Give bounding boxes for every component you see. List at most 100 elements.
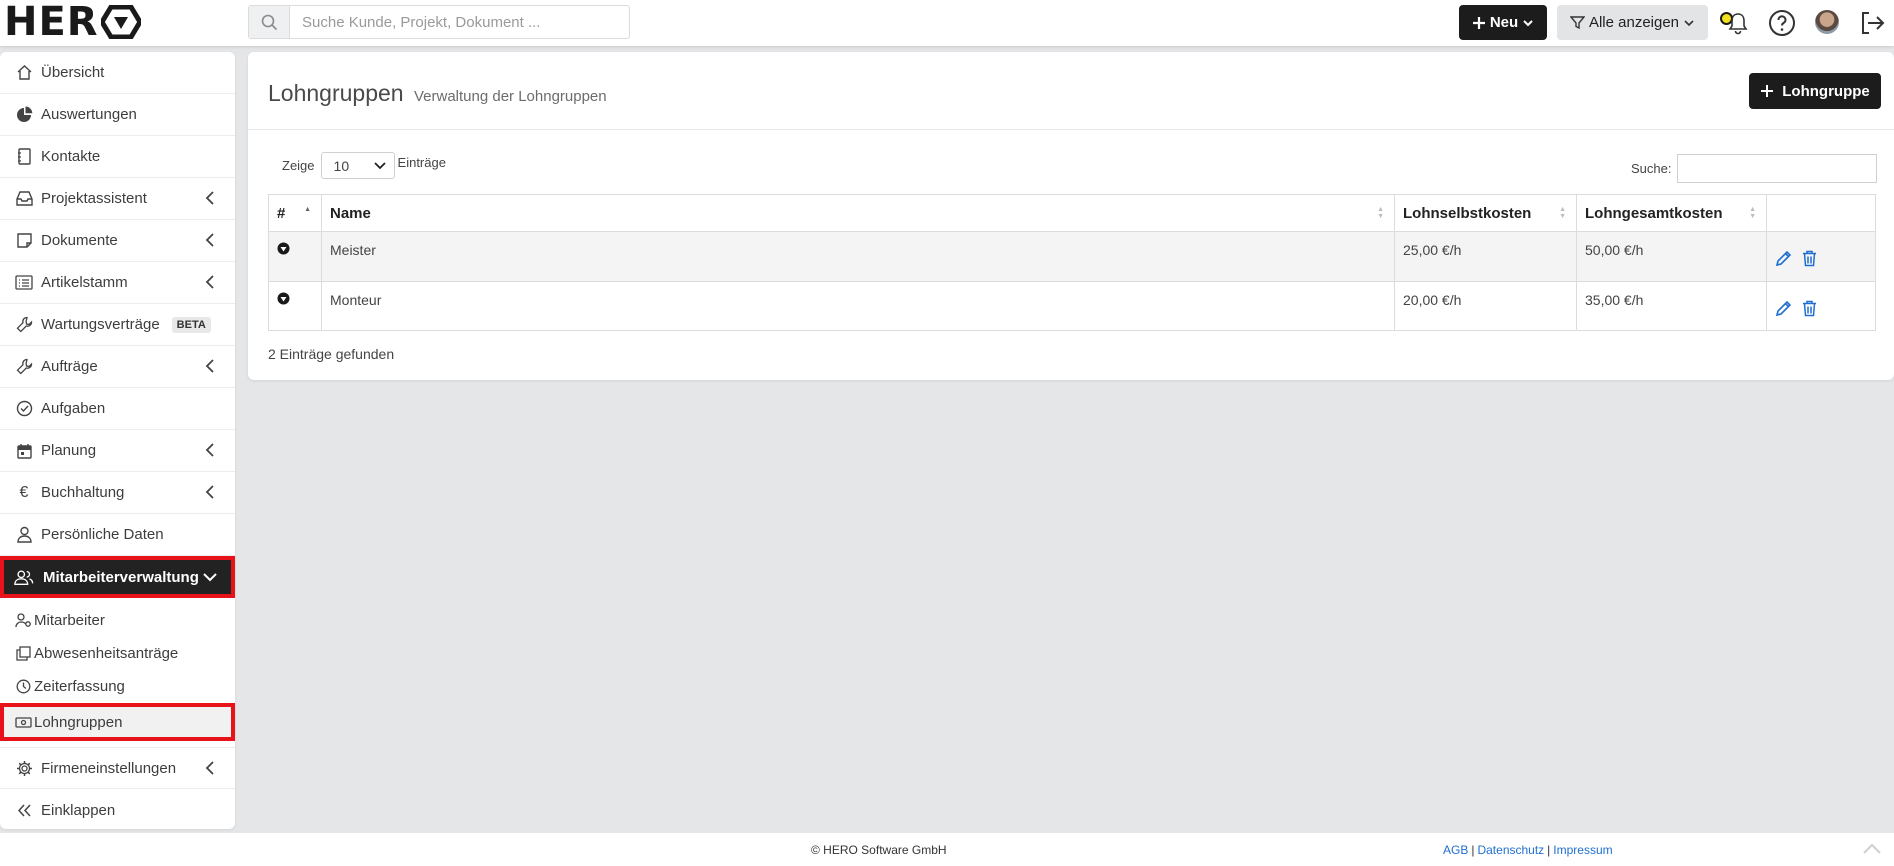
- sidebar-item-tasks[interactable]: Aufgaben: [0, 388, 235, 430]
- sidebar-item-planning[interactable]: Planung: [0, 430, 235, 472]
- sidebar-item-overview[interactable]: Übersicht: [0, 52, 235, 94]
- sidebar-item-label: Übersicht: [41, 64, 105, 81]
- sort-icon: ▲ ▼: [1749, 206, 1756, 220]
- sidebar-subitem-wage-groups[interactable]: Lohngruppen: [0, 703, 235, 741]
- footer-link-separator: |: [1471, 843, 1475, 857]
- new-button[interactable]: Neu: [1459, 5, 1547, 40]
- row-total-cost: 50,00 €/h: [1576, 231, 1767, 282]
- chevron-left-icon: [205, 359, 214, 373]
- trash-icon[interactable]: [1802, 300, 1817, 317]
- table-header-row: # ▲ Name ▲ ▼ Lohnselbstkosten ▲ ▼ Lohngesa…: [268, 194, 1876, 232]
- table-search: Suche:: [1631, 154, 1878, 183]
- row-total-cost: 35,00 €/h: [1576, 281, 1767, 331]
- sidebar-item-personal-data[interactable]: Persönliche Daten: [0, 514, 235, 556]
- pie-chart-icon: [14, 105, 34, 125]
- sidebar-subitem-time-tracking[interactable]: Zeiterfassung: [0, 670, 235, 703]
- sidebar-item-articles[interactable]: Artikelstamm: [0, 262, 235, 304]
- bell-icon[interactable]: [1723, 8, 1753, 38]
- sidebar-item-contacts[interactable]: Kontakte: [0, 136, 235, 178]
- hero-logo[interactable]: HER: [4, 0, 141, 45]
- copyright-text: © HERO Software GmbH: [811, 843, 947, 857]
- sidebar-item-label: Buchhaltung: [41, 484, 125, 501]
- sidebar-collapse-button[interactable]: Einklappen: [0, 789, 235, 831]
- add-button-label: Lohngruppe: [1782, 82, 1870, 100]
- column-header-self-cost[interactable]: Lohnselbstkosten ▲ ▼: [1394, 194, 1577, 232]
- footer-link-imprint[interactable]: Impressum: [1553, 843, 1612, 857]
- global-search: [248, 5, 630, 39]
- column-header-label: Lohngesamtkosten: [1585, 204, 1723, 222]
- sidebar-item-label: Auswertungen: [41, 106, 137, 123]
- sidebar-item-company-settings[interactable]: Firmeneinstellungen: [0, 747, 235, 789]
- chevron-down-icon: [203, 573, 217, 582]
- check-circle-icon: [14, 399, 34, 419]
- filter-button[interactable]: Alle anzeigen: [1557, 5, 1708, 40]
- scroll-to-top-icon[interactable]: [1862, 841, 1882, 855]
- trash-icon[interactable]: [1802, 250, 1817, 267]
- column-header-total-cost[interactable]: Lohngesamtkosten ▲ ▼: [1576, 194, 1767, 232]
- sidebar-subitem-absence-requests[interactable]: Abwesenheitsanträge: [0, 637, 235, 670]
- help-icon[interactable]: [1767, 8, 1797, 38]
- chevron-left-icon: [205, 233, 214, 247]
- users-icon: [14, 567, 34, 587]
- sidebar-item-label: Persönliche Daten: [41, 526, 164, 543]
- sidebar-item-reports[interactable]: Auswertungen: [0, 94, 235, 136]
- sidebar-item-label: Kontakte: [41, 148, 101, 165]
- double-chevron-left-icon: [14, 800, 34, 820]
- wage-groups-table: # ▲ Name ▲ ▼ Lohnselbstkosten ▲ ▼ Lohngesa…: [268, 194, 1876, 331]
- sidebar-item-accounting[interactable]: € Buchhaltung: [0, 472, 235, 514]
- chevron-left-icon: [205, 191, 214, 205]
- sidebar-item-project-assistant[interactable]: Projektassistent: [0, 178, 235, 220]
- new-button-label: Neu: [1489, 14, 1519, 31]
- chevron-down-icon: [373, 161, 386, 169]
- sidebar-item-documents[interactable]: Dokumente: [0, 220, 235, 262]
- row-name: Meister: [321, 231, 1395, 282]
- top-bar: HER Neu Alle anzeigen: [0, 0, 1894, 46]
- row-name: Monteur: [321, 281, 1395, 331]
- length-prefix: Zeige: [282, 158, 315, 173]
- entries-found-text: 2 Einträge gefunden: [268, 346, 395, 362]
- money-bill-icon: [14, 713, 32, 731]
- table-row: Meister 25,00 €/h 50,00 €/h: [268, 231, 1876, 282]
- column-header-actions: [1766, 194, 1876, 232]
- user-icon: [14, 525, 34, 545]
- sidebar-item-label: Einklappen: [41, 801, 116, 819]
- gear-icon: [14, 758, 34, 778]
- footer-link-agb[interactable]: AGB: [1443, 843, 1468, 857]
- footer-links: AGB | Datenschutz | Impressum: [1443, 843, 1613, 857]
- sidebar-item-label: Aufgaben: [41, 400, 106, 417]
- avatar[interactable]: [1815, 10, 1839, 34]
- home-icon: [14, 63, 34, 83]
- page-subtitle: Verwaltung der Lohngruppen: [413, 88, 607, 105]
- sidebar-item-orders[interactable]: Aufträge: [0, 346, 235, 388]
- filter-icon: [1569, 16, 1585, 30]
- sidebar-item-label: Firmeneinstellungen: [41, 759, 177, 777]
- hero-mark-icon: [277, 292, 290, 305]
- row-logo-cell: [268, 281, 322, 331]
- row-self-cost: 25,00 €/h: [1394, 231, 1577, 282]
- add-wage-group-button[interactable]: Lohngruppe: [1749, 73, 1881, 109]
- column-header-name[interactable]: Name ▲ ▼: [321, 194, 1395, 232]
- sidebar-item-maintenance-contracts[interactable]: Wartungsverträge BETA: [0, 304, 235, 346]
- sidebar-item-label: Mitarbeiterverwaltung: [43, 568, 199, 586]
- sidebar-item-label: Artikelstamm: [41, 274, 128, 291]
- logout-icon[interactable]: [1857, 8, 1887, 38]
- sidebar-item-label: Planung: [41, 442, 97, 459]
- page-length-select[interactable]: 10: [320, 152, 395, 179]
- search-input[interactable]: [290, 6, 629, 38]
- edit-icon[interactable]: [1775, 250, 1792, 267]
- inbox-icon: [14, 189, 34, 209]
- row-logo-cell: [268, 231, 322, 282]
- edit-icon[interactable]: [1775, 300, 1792, 317]
- column-header-index[interactable]: # ▲: [268, 194, 322, 232]
- sort-icon: ▲ ▼: [1559, 206, 1566, 220]
- wage-groups-card: Lohngruppen Verwaltung der Lohngruppen L…: [248, 52, 1894, 380]
- sidebar-item-employee-management[interactable]: Mitarbeiterverwaltung: [0, 556, 235, 598]
- sidebar-item-label: Dokumente: [41, 232, 118, 249]
- row-actions: [1766, 231, 1876, 282]
- footer-link-privacy[interactable]: Datenschutz: [1477, 843, 1544, 857]
- user-gear-icon: [14, 612, 32, 630]
- sidebar-subitem-employees[interactable]: Mitarbeiter: [0, 604, 235, 637]
- chevron-left-icon: [205, 485, 214, 499]
- search-icon[interactable]: [249, 6, 290, 38]
- table-search-input[interactable]: [1677, 154, 1878, 183]
